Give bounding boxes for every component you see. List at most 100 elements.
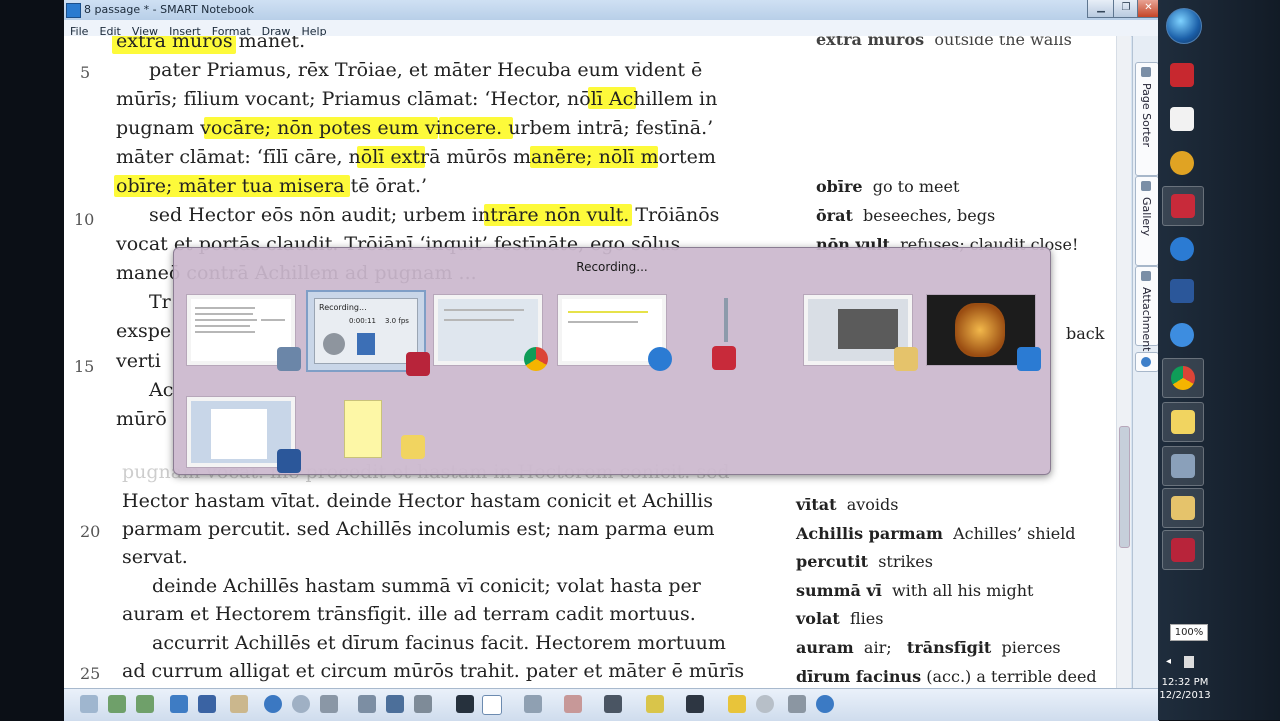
page-sorter-icon [1141,67,1151,77]
internet-explorer-icon [648,347,672,371]
previous-page-icon[interactable] [80,695,98,713]
screen-shade-icon[interactable] [358,695,376,713]
line-number: 25 [80,664,101,683]
table-icon[interactable] [788,695,806,713]
passage-line: Ac [149,379,174,401]
record-icon [323,333,345,355]
podcast-icon [1170,63,1194,87]
switcher-window-sticky-notes[interactable] [344,400,425,459]
taskbar-smart[interactable] [1162,186,1204,226]
internet-explorer-icon [1170,237,1194,261]
passage-line: sed Hector eōs nōn audit; urbem intrāre … [149,204,720,226]
fill-icon[interactable] [728,695,746,713]
passage-line: parmam percutit. sed Achillēs incolumis … [122,518,715,540]
switcher-window-smart-notebook[interactable] [186,294,301,371]
taskbar: 100% ◂ 12:32 PM 12/2/2013 [1158,0,1280,720]
horse-icon [1170,107,1194,131]
switcher-window-recorder[interactable]: Recording... 0:00:11 3.0 fps [306,290,430,376]
app-icon [1170,151,1194,175]
passage-line-top: extra mūrōs manet. [116,36,306,52]
glossary-item: vītat avoids [796,495,899,514]
switcher-title: Recording... [576,260,648,274]
tray-app-icon[interactable] [1184,656,1194,668]
undo-icon[interactable] [264,695,282,713]
select-arrow-icon[interactable] [456,695,474,713]
smart-icon [712,346,736,370]
taskbar-explorer[interactable] [1162,488,1204,528]
glossary-top: extra muros outside the walls [816,36,1072,49]
taskbar-sticky-notes[interactable] [1162,402,1204,442]
tab-properties[interactable] [1135,352,1159,372]
minimize-button[interactable]: ▁ [1087,0,1115,18]
taskbar-word[interactable] [1162,272,1202,310]
line-number: 20 [80,522,101,541]
passage-line: servat. [122,546,188,568]
properties-icon [1141,357,1151,367]
tab-attachments[interactable]: Attachments [1135,266,1159,357]
text-icon[interactable] [686,695,704,713]
line-icon[interactable] [604,695,622,713]
eraser-icon[interactable] [564,695,582,713]
redo-icon[interactable] [292,695,310,713]
folder-icon [894,347,918,371]
switcher-window-chrome[interactable] [433,294,548,371]
taskbar-app[interactable] [1162,144,1202,182]
close-button[interactable]: ✕ [1137,0,1160,18]
vertical-scrollbar[interactable] [1116,36,1131,688]
switcher-window-desktop[interactable] [926,294,1041,371]
next-page-icon[interactable] [108,695,126,713]
add-page-icon[interactable] [136,695,154,713]
maximize-button[interactable]: ❐ [1113,0,1139,18]
tray-expand-icon[interactable]: ◂ [1166,656,1171,667]
passage-line: obīre; māter tua misera tē ōrat.’ [116,175,428,197]
tray-icons[interactable]: ◂ [1166,656,1206,670]
system-clock[interactable]: 12:32 PM 12/2/2013 [1158,676,1212,702]
taskbar-internet-explorer[interactable] [1162,230,1202,268]
shapes-icon[interactable] [646,695,664,713]
full-screen-icon[interactable] [386,695,404,713]
taskbar-recorder[interactable] [1162,530,1204,570]
glossary-item: Achillis parmam Achilles’ shield [796,524,1076,543]
passage-line: mūrīs; fīlium vocant; Priamus clāmat: ‘H… [116,88,718,110]
capture-icon[interactable] [414,695,432,713]
creative-pen-icon[interactable] [524,695,542,713]
scroll-thumb[interactable] [1119,426,1130,548]
sticky-notes-icon [1171,410,1195,434]
word-icon [1170,279,1194,303]
switcher-window-smart-small[interactable] [712,294,740,370]
glossary-item: dīrum facinus (acc.) a terrible deed [796,667,1097,686]
window-title: 8 passage * - SMART Notebook [84,3,255,16]
bottom-toolbar [64,688,1159,721]
save-icon[interactable] [198,695,216,713]
sticky-notes-icon [401,435,425,459]
line-number: 15 [74,357,95,376]
start-button[interactable] [1166,8,1202,44]
passage-line: Hector hastam vītat. deinde Hector hasta… [122,490,713,512]
taskbar-chrome[interactable] [1162,358,1204,398]
guitar-image [955,303,1005,357]
toolbar-options-icon[interactable] [816,695,834,713]
glossary-partial: back [1066,324,1105,343]
taskbar-app[interactable] [1162,100,1202,138]
recorder-icon [406,352,430,376]
battery-indicator[interactable]: 100% [1170,624,1208,641]
delete-icon[interactable] [320,695,338,713]
switcher-window-internet-explorer[interactable] [557,294,672,371]
taskbar-podcast[interactable] [1162,56,1202,94]
paste-icon[interactable] [230,695,248,713]
chrome-icon [524,347,548,371]
taskbar-smart-tools[interactable] [1162,446,1204,486]
passage-line: Tr [149,291,171,313]
open-icon[interactable] [170,695,188,713]
switcher-window-word[interactable] [186,396,301,473]
glossary-item: volat flies [796,609,884,628]
taskbar-itunes[interactable] [1162,316,1202,354]
switcher-window-explorer[interactable] [803,294,918,371]
properties-toolbar-icon[interactable] [756,695,774,713]
tab-page-sorter[interactable]: Page Sorter [1135,62,1159,176]
passage-line: deinde Achillēs hastam summā vī conicit;… [152,575,701,597]
passage-line: verti [116,350,161,372]
tab-gallery[interactable]: Gallery [1135,176,1159,266]
passage-line: auram et Hectorem trānsfīgit. ille ad te… [122,603,696,625]
pen-icon[interactable] [482,695,502,715]
